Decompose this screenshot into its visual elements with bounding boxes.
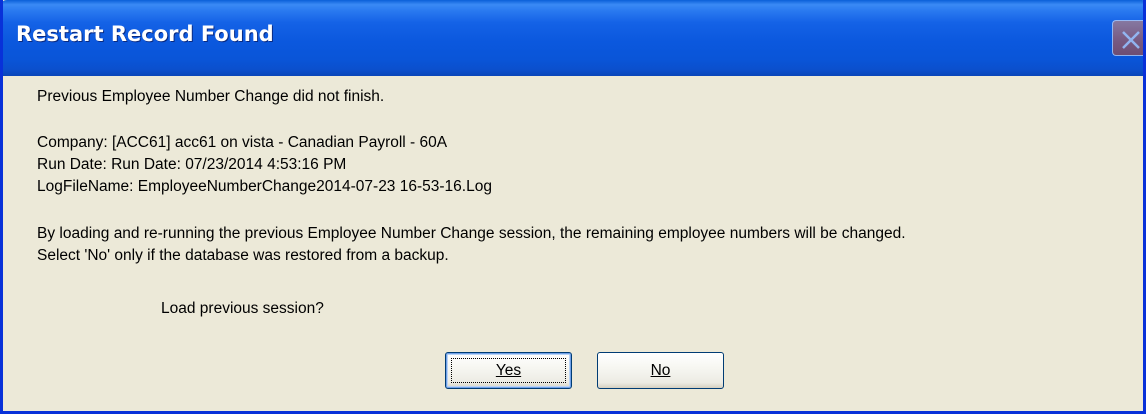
no-button[interactable]: No [597,352,724,389]
company-text: Company: [ACC61] acc61 on vista - Canadi… [37,134,448,151]
yes-button[interactable]: Yes [445,352,572,389]
run-date-text: Run Date: Run Date: 07/23/2014 4:53:16 P… [37,156,347,173]
message-intro: Previous Employee Number Change did not … [37,88,385,105]
yes-button-label: Yes [495,362,522,379]
dialog-body: Previous Employee Number Change did not … [3,76,1143,411]
log-file-text: LogFileName: EmployeeNumberChange2014-07… [37,178,492,195]
restart-record-dialog: Restart Record Found Previous Employee N… [0,0,1146,414]
explanation-line-2: Select 'No' only if the database was res… [37,247,449,264]
question-text: Load previous session? [161,300,324,317]
title-bar[interactable]: Restart Record Found [3,0,1143,76]
no-button-label: No [650,362,671,379]
close-button[interactable] [1112,20,1143,56]
window-title: Restart Record Found [16,22,274,46]
explanation-line-1: By loading and re-running the previous E… [37,225,906,242]
close-icon [1122,31,1140,49]
